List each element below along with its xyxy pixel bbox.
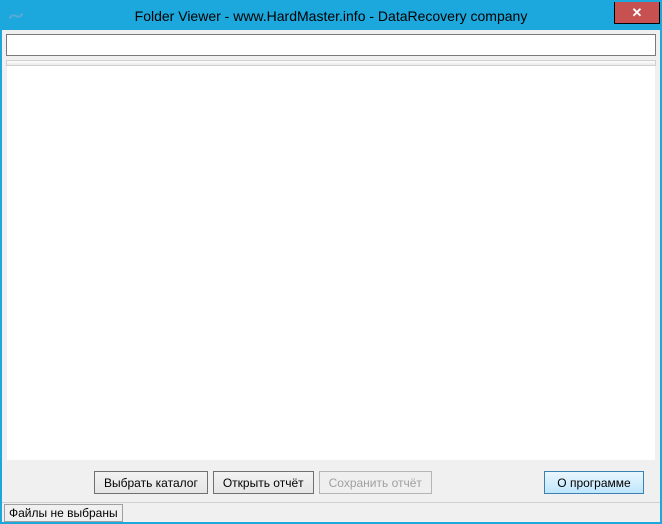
- statusbar: Файлы не выбраны: [2, 502, 660, 522]
- app-window: Folder Viewer - www.HardMaster.info - Da…: [0, 0, 662, 524]
- app-icon: [8, 8, 24, 24]
- save-report-button: Сохранить отчёт: [319, 471, 432, 494]
- titlebar: Folder Viewer - www.HardMaster.info - Da…: [2, 2, 660, 30]
- select-folder-button[interactable]: Выбрать каталог: [94, 471, 208, 494]
- close-icon: ✕: [632, 6, 643, 19]
- button-row: Выбрать каталог Открыть отчёт Сохранить …: [6, 467, 656, 498]
- client-area: Выбрать каталог Открыть отчёт Сохранить …: [2, 30, 660, 502]
- window-title: Folder Viewer - www.HardMaster.info - Da…: [2, 8, 660, 24]
- about-button[interactable]: О программе: [544, 471, 644, 494]
- path-input[interactable]: [6, 34, 656, 56]
- close-button[interactable]: ✕: [614, 2, 660, 24]
- status-text: Файлы не выбраны: [4, 504, 123, 522]
- file-list[interactable]: [6, 66, 656, 461]
- open-report-button[interactable]: Открыть отчёт: [213, 471, 314, 494]
